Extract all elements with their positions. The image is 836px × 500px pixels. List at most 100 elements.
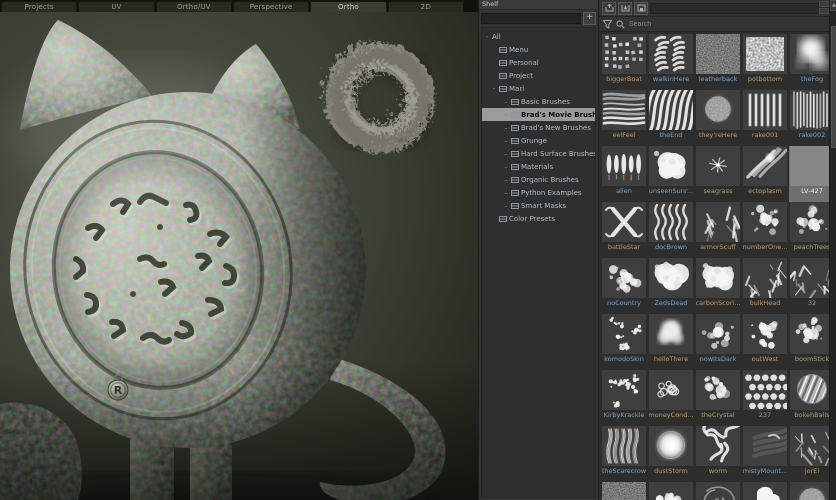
brush-item-thecrystal[interactable]: theCrystal xyxy=(695,370,741,426)
tree-item-all[interactable]: - All xyxy=(482,30,595,43)
brush-item-komodoskin[interactable]: komodoSkin xyxy=(601,314,647,370)
brush-item-truegrit[interactable]: trueGrit xyxy=(601,482,647,500)
scroll-up-icon[interactable]: ▲ xyxy=(830,0,836,11)
brush-thumbnail[interactable] xyxy=(602,146,646,186)
brush-thumbnail[interactable] xyxy=(743,482,787,500)
brush-thumbnail[interactable] xyxy=(602,370,646,410)
brush-thumbnail[interactable] xyxy=(743,90,787,130)
save-shelf-icon[interactable] xyxy=(634,1,648,15)
brush-thumbnail[interactable] xyxy=(696,370,740,410)
brush-thumbnail[interactable] xyxy=(790,202,834,242)
brush-item-237[interactable]: 237 xyxy=(742,370,788,426)
brush-item-biggerboat[interactable]: biggerBoat xyxy=(601,34,647,90)
brush-item-hellothere[interactable]: helloThere xyxy=(648,314,694,370)
tree-item-grunge[interactable]: – Grunge xyxy=(482,134,595,147)
brush-thumbnail[interactable] xyxy=(696,482,740,500)
brush-thumbnail[interactable] xyxy=(602,258,646,298)
brush-item-worm[interactable]: worm xyxy=(695,426,741,482)
brush-thumbnail[interactable] xyxy=(649,370,693,410)
brush-thumbnail[interactable] xyxy=(696,90,740,130)
search-input[interactable] xyxy=(627,17,828,31)
tree-expander[interactable]: – xyxy=(503,98,509,106)
brush-thumbnail[interactable] xyxy=(602,314,646,354)
brush-item-carbonscori[interactable]: carbonScori... xyxy=(695,258,741,314)
brush-item-nocountry[interactable]: noCountry xyxy=(601,258,647,314)
brush-thumbnail[interactable] xyxy=(696,146,740,186)
brush-item-theend[interactable]: theEnd xyxy=(648,90,694,146)
brush-thumbnail[interactable] xyxy=(743,34,787,74)
tab-2d[interactable]: 2D xyxy=(387,1,464,12)
tree-item-project[interactable]: Project xyxy=(482,69,595,82)
brush-item-seagrass[interactable]: seagrass xyxy=(695,146,741,202)
brush-thumbnail[interactable] xyxy=(602,426,646,466)
brush-thumbnail[interactable] xyxy=(790,426,834,466)
tree-expander[interactable]: – xyxy=(503,124,509,132)
tree-item-personal[interactable]: Personal xyxy=(482,56,595,69)
brush-thumbnail[interactable] xyxy=(649,482,693,500)
tree-item-hard-surface-brushes[interactable]: – Hard Surface Brushes xyxy=(482,147,595,160)
tree-item-basic-brushes[interactable]: – Basic Brushes xyxy=(482,95,595,108)
brush-thumbnail[interactable] xyxy=(649,90,693,130)
brush-item-clevergirl[interactable]: cleverGirl xyxy=(648,482,694,500)
brush-thumbnail[interactable] xyxy=(743,426,787,466)
tree-expander[interactable]: – xyxy=(503,176,509,184)
export-shelf-icon[interactable] xyxy=(602,1,616,15)
brush-thumbnail[interactable] xyxy=(790,90,834,130)
brush-thumbnail[interactable] xyxy=(696,34,740,74)
brush-thumbnail[interactable] xyxy=(790,370,834,410)
tree-item-mari[interactable]: - Mari xyxy=(482,82,595,95)
tab-uv[interactable]: UV xyxy=(78,1,155,12)
add-shelf-button[interactable]: + xyxy=(583,12,596,25)
brush-item-numberone[interactable]: numberOne... xyxy=(742,202,788,258)
brush-item-duststorm[interactable]: dustStorm xyxy=(648,426,694,482)
brush-item-thescarecrow[interactable]: theScarecrow xyxy=(601,426,647,482)
tree-item-menu[interactable]: Menu xyxy=(482,43,595,56)
brush-item-unseensunr[interactable]: unseenSunr... xyxy=(648,146,694,202)
tab-projects[interactable]: Projects xyxy=(1,1,78,12)
tab-ortho-uv[interactable]: Ortho/UV xyxy=(155,1,232,12)
tree-item-smart-masks[interactable]: – Smart Masks xyxy=(482,199,595,212)
brush-thumbnail[interactable] xyxy=(602,90,646,130)
tree-item-color-presets[interactable]: Color Presets xyxy=(482,212,595,225)
brush-thumbnail[interactable] xyxy=(743,370,787,410)
shelf-name-field[interactable] xyxy=(481,13,581,24)
brush-item-walkinhere[interactable]: walkinHere xyxy=(648,34,694,90)
brush-thumbnail[interactable] xyxy=(696,258,740,298)
brush-item-potbottom[interactable]: potbottom xyxy=(742,34,788,90)
brush-item-kirbykrackle[interactable]: KirbyKrackle xyxy=(601,370,647,426)
tree-expander[interactable]: – xyxy=(503,202,509,210)
tree-expander[interactable]: - xyxy=(491,85,497,93)
brush-thumbnail[interactable] xyxy=(602,34,646,74)
brush-thumbnail[interactable] xyxy=(790,482,834,500)
brush-item-alien[interactable]: alien xyxy=(601,146,647,202)
brush-thumbnail[interactable] xyxy=(649,314,693,354)
brush-item-nowitsdark[interactable]: nowItsDark xyxy=(695,314,741,370)
tree-expander[interactable]: – xyxy=(503,137,509,145)
brush-thumbnail[interactable] xyxy=(743,146,787,186)
brush-item-outwest[interactable]: outWest xyxy=(742,314,788,370)
brush-thumbnail[interactable] xyxy=(649,258,693,298)
tab-ortho[interactable]: Ortho xyxy=(310,1,387,12)
brush-thumbnail[interactable] xyxy=(649,202,693,242)
brush-thumbnail[interactable] xyxy=(649,146,693,186)
brush-thumbnail[interactable] xyxy=(743,258,787,298)
filter-funnel-icon[interactable] xyxy=(602,19,613,30)
brush-thumbnail[interactable] xyxy=(649,34,693,74)
brush-thumbnail[interactable] xyxy=(602,202,646,242)
brush-thumbnail[interactable] xyxy=(696,314,740,354)
import-shelf-icon[interactable] xyxy=(618,1,632,15)
brush-thumbnail[interactable] xyxy=(790,258,834,298)
brush-item-armorscuff[interactable]: armorScuff xyxy=(695,202,741,258)
brush-item-battlestar[interactable]: battleStar xyxy=(601,202,647,258)
brush-item-docbrown[interactable]: docBrown xyxy=(648,202,694,258)
brush-item-moneycond[interactable]: moneyCond... xyxy=(648,370,694,426)
tree-expander[interactable]: – xyxy=(503,163,509,171)
tree-item-organic-brushes[interactable]: – Organic Brushes xyxy=(482,173,595,186)
brush-thumbnail[interactable] xyxy=(790,314,834,354)
viewport-canvas[interactable]: R xyxy=(0,12,478,500)
brush-item-bulkhead[interactable]: bulkHead xyxy=(742,258,788,314)
brush-item-they-rehere[interactable]: they'reHere xyxy=(695,90,741,146)
brush-thumbnail[interactable] xyxy=(790,146,834,186)
browser-scrollbar[interactable]: ▲ xyxy=(829,0,836,500)
brush-thumbnail[interactable] xyxy=(696,202,740,242)
